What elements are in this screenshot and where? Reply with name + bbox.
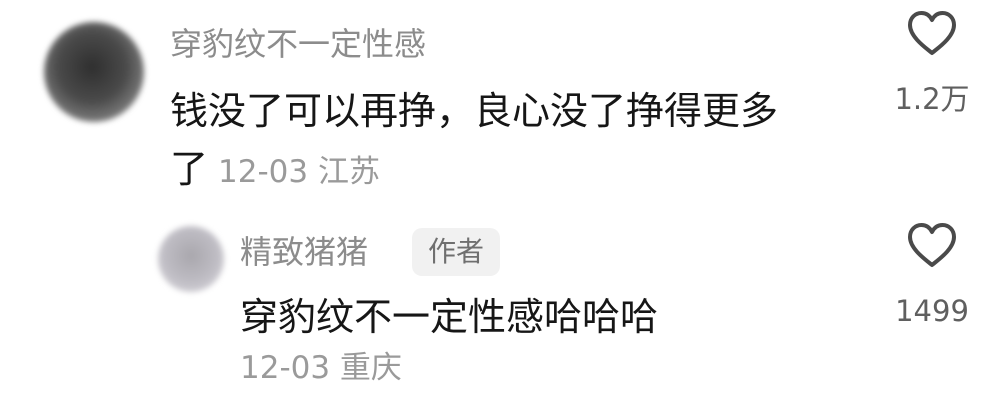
reply-date-location: 12-03 重庆	[240, 350, 402, 386]
comment-username[interactable]: 穿豹纹不一定性感	[170, 24, 426, 64]
comment-text-line-2-with-meta: 了 12-03 江苏	[170, 140, 380, 201]
avatar[interactable]	[44, 22, 144, 122]
reply-text: 穿豹纹不一定性感哈哈哈	[240, 295, 659, 339]
heart-icon[interactable]	[906, 10, 958, 56]
comment-like-count: 1.2万	[894, 82, 970, 116]
author-badge: 作者	[412, 228, 501, 276]
comment-like[interactable]: 1.2万	[882, 10, 982, 116]
reply-username[interactable]: 精致猪猪	[240, 232, 368, 272]
heart-icon[interactable]	[906, 222, 958, 268]
comment-date-location: 12-03 江苏	[218, 154, 380, 190]
comment-text-tail: 了	[170, 147, 209, 191]
reply-like-count: 1499	[895, 294, 969, 328]
comment-text-line-1: 钱没了可以再挣，良心没了挣得更多	[170, 89, 779, 133]
reply-like[interactable]: 1499	[882, 222, 982, 328]
reply-avatar[interactable]	[158, 226, 224, 292]
